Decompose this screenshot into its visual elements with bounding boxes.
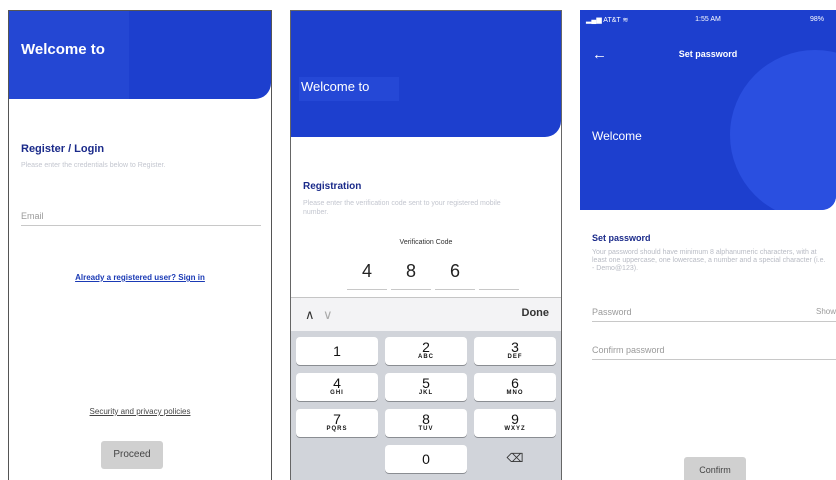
set-password-heading: Set password (592, 233, 651, 243)
chevron-up-icon[interactable]: ∧ (305, 307, 315, 323)
backspace-icon: ⌫ (506, 451, 524, 465)
key-digit: 0 (422, 451, 430, 467)
screen-title: Set password (678, 49, 738, 59)
register-login-heading: Register / Login (21, 143, 105, 155)
key-digit: 2 (422, 339, 430, 355)
header-decoration-circle (730, 50, 836, 210)
key-letters: DEF (507, 354, 523, 360)
key-3[interactable]: 3 DEF (474, 337, 556, 365)
sign-in-link[interactable]: Already a registered user? Sign in (9, 273, 271, 282)
register-login-screen: Welcome to Register / Login Please enter… (8, 10, 272, 480)
proceed-button[interactable]: Proceed (101, 441, 163, 469)
key-letters: MNO (506, 390, 524, 396)
key-letters: WXYZ (504, 426, 526, 432)
key-letters: GHI (330, 390, 344, 396)
key-letters: PQRS (326, 426, 348, 432)
header-banner (291, 11, 561, 137)
code-digit-2[interactable]: 8 (391, 261, 431, 282)
confirm-password-field-underline[interactable] (592, 359, 836, 360)
registration-screen: Welcome to Registration Please enter the… (290, 10, 562, 480)
welcome-title: Welcome (592, 129, 642, 143)
key-digit: 9 (511, 411, 519, 427)
key-digit: 8 (422, 411, 430, 427)
key-letters: ABC (418, 354, 434, 360)
registration-heading: Registration (303, 181, 362, 192)
verification-instruction: Please enter the verification code sent … (303, 200, 501, 216)
key-digit: 7 (333, 411, 341, 427)
battery-percent: 98% (810, 16, 825, 23)
header-banner (580, 10, 836, 210)
key-2[interactable]: 2 ABC (385, 337, 467, 365)
password-field-label[interactable]: Password (592, 307, 632, 317)
welcome-title: Welcome to (301, 79, 370, 94)
set-password-screen: ▂▄▆ AT&T ≋ 1:55 AM 98% ← Set password We… (580, 10, 836, 480)
password-requirements: Your password should have minimum 8 alph… (592, 249, 826, 272)
key-0[interactable]: 0 (385, 445, 467, 473)
security-privacy-link[interactable]: Security and privacy policies (9, 407, 271, 416)
key-6[interactable]: 6 MNO (474, 373, 556, 401)
code-digit-3-underline (435, 289, 475, 290)
confirm-button[interactable]: Confirm (684, 457, 746, 480)
welcome-title: Welcome to (21, 41, 105, 58)
key-9[interactable]: 9 WXYZ (474, 409, 556, 437)
key-4[interactable]: 4 GHI (296, 373, 378, 401)
show-password-toggle[interactable]: Show (816, 307, 836, 316)
key-digit: 4 (333, 375, 341, 391)
key-digit: 5 (422, 375, 430, 391)
password-field-underline[interactable] (592, 321, 836, 322)
confirm-password-field-label[interactable]: Confirm password (592, 345, 665, 355)
key-8[interactable]: 8 TUV (385, 409, 467, 437)
backspace-key[interactable]: ⌫ (474, 445, 556, 473)
status-battery: 98% (810, 16, 824, 23)
keypad-toolbar: ∧ ∨ Done (291, 297, 561, 331)
key-letters: JKL (418, 390, 434, 396)
done-button[interactable]: Done (522, 307, 550, 319)
verification-code-label: Verification Code (399, 239, 453, 246)
key-1[interactable]: 1 (296, 337, 378, 365)
chevron-down-icon[interactable]: ∨ (323, 307, 333, 323)
code-digit-1[interactable]: 4 (347, 261, 387, 282)
email-field-label[interactable]: Email (21, 211, 44, 221)
key-digit: 1 (333, 343, 341, 359)
key-digit: 3 (511, 339, 519, 355)
register-instruction: Please enter the credentials below to Re… (21, 162, 166, 169)
numeric-keypad: ∧ ∨ Done 1 2 ABC 3 DEF 4 GHI 5 JKL 6 MNO… (291, 297, 561, 480)
email-field-underline[interactable] (21, 225, 261, 226)
key-letters: TUV (418, 426, 434, 432)
status-time: 1:55 AM (695, 16, 721, 23)
key-digit: 6 (511, 375, 519, 391)
code-digit-4-underline (479, 289, 519, 290)
key-5[interactable]: 5 JKL (385, 373, 467, 401)
code-digit-3[interactable]: 6 (435, 261, 475, 282)
code-digit-1-underline (347, 289, 387, 290)
code-digit-2-underline (391, 289, 431, 290)
key-7[interactable]: 7 PQRS (296, 409, 378, 437)
